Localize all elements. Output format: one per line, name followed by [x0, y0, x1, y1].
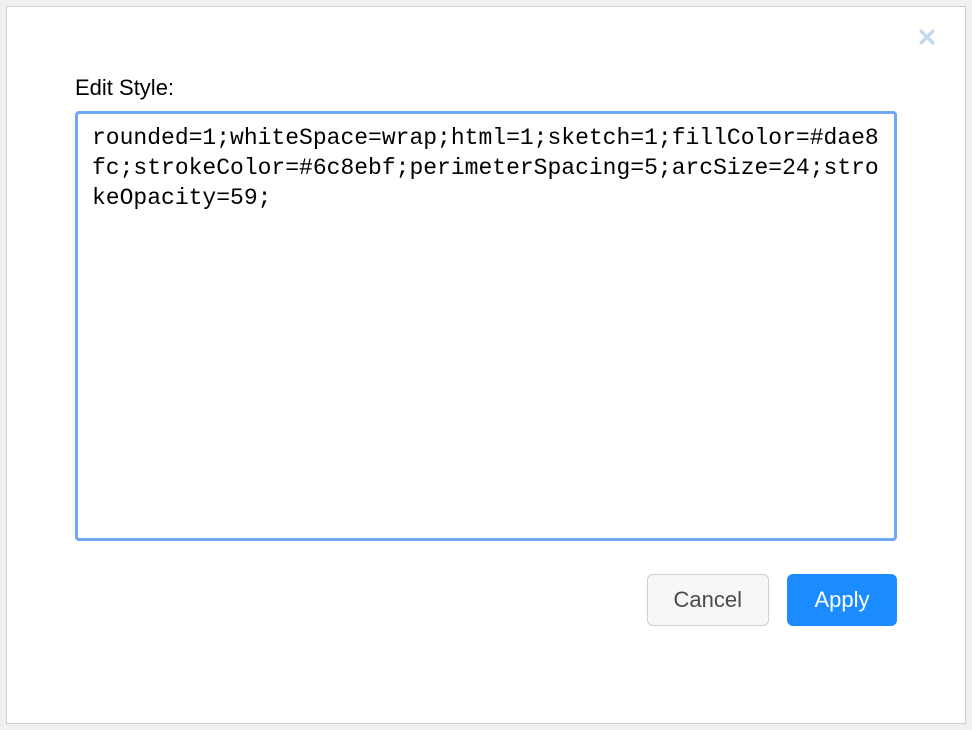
style-textarea[interactable] — [75, 111, 897, 541]
cancel-button[interactable]: Cancel — [647, 574, 769, 626]
dialog-title: Edit Style: — [75, 75, 897, 101]
edit-style-dialog: Edit Style: Cancel Apply — [6, 6, 966, 724]
close-button[interactable] — [913, 25, 941, 53]
apply-button[interactable]: Apply — [787, 574, 897, 626]
button-row: Cancel Apply — [75, 574, 897, 626]
close-icon — [917, 27, 937, 52]
